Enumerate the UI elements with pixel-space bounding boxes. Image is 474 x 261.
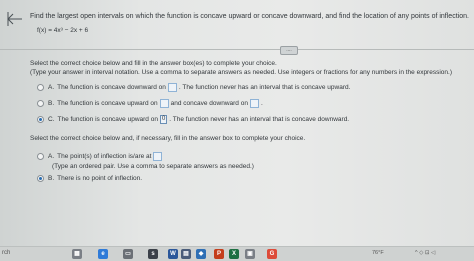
option-text: The function is concave downward on — [57, 84, 166, 91]
answer-box[interactable] — [249, 99, 259, 108]
answer-box[interactable] — [159, 99, 169, 108]
divider — [0, 49, 474, 50]
radio-button-selected[interactable] — [37, 175, 44, 182]
answer-box[interactable] — [167, 83, 177, 92]
option-text: and concave downward on — [170, 100, 248, 107]
option-text: There is no point of inflection. — [57, 175, 143, 182]
answer-box[interactable] — [153, 152, 163, 161]
option-text: . — [260, 100, 263, 107]
app-icon[interactable]: ▣ — [245, 249, 255, 259]
option-text: The function is concave upward on — [57, 116, 158, 123]
edge-browser-icon[interactable]: e — [98, 249, 108, 259]
radio-button[interactable] — [37, 100, 44, 107]
part2-option-a[interactable]: A. The point(s) of inflection is/are at — [37, 152, 164, 161]
excel-icon[interactable]: X — [229, 249, 239, 259]
question-text: Find the largest open intervals on which… — [30, 13, 469, 20]
system-tray-icons[interactable]: ^ ◇ ⊡ ◁ — [415, 250, 435, 256]
answer-box[interactable]: 0 — [159, 115, 168, 124]
function-expression: f(x) = 4x³ − 2x + 6 — [37, 27, 89, 34]
app-icon[interactable]: ▤ — [181, 249, 191, 259]
more-button[interactable]: .... — [280, 46, 298, 55]
powerpoint-icon[interactable]: P — [214, 249, 224, 259]
word-icon[interactable]: W — [168, 249, 178, 259]
option-text: . The function never has an interval tha… — [169, 116, 350, 123]
back-arrow-icon[interactable] — [6, 11, 24, 27]
option-letter: C. — [48, 116, 55, 123]
chrome-icon[interactable]: G — [267, 249, 277, 259]
app-icon[interactable]: ◆ — [196, 249, 206, 259]
question-page: Find the largest open intervals on which… — [0, 0, 474, 246]
taskbar: rch ▦ e ▭ s W ▤ ◆ P X ▣ G 76°F ^ ◇ ⊡ ◁ — [0, 246, 474, 261]
radio-button-selected[interactable] — [37, 116, 44, 123]
part2-option-a-hint: (Type an ordered pair. Use a comma to se… — [52, 163, 254, 170]
store-icon[interactable]: s — [148, 249, 158, 259]
weather-text[interactable]: 76°F — [372, 250, 384, 256]
part1-option-b[interactable]: B. The function is concave upward on and… — [37, 99, 263, 108]
option-text: The point(s) of inflection is/are at — [57, 153, 152, 160]
taskbar-search[interactable]: rch — [2, 250, 10, 256]
radio-button[interactable] — [37, 84, 44, 91]
option-text: The function is concave upward on — [57, 100, 158, 107]
task-view-icon[interactable]: ▦ — [72, 249, 82, 259]
option-letter: B. — [48, 175, 55, 182]
part1-instruction-hint: (Type your answer in interval notation. … — [30, 69, 452, 76]
option-letter: B. — [48, 100, 55, 107]
part1-option-a[interactable]: A. The function is concave downward on .… — [37, 83, 350, 92]
part1-instruction: Select the correct choice below and fill… — [30, 60, 277, 67]
file-explorer-icon[interactable]: ▭ — [123, 249, 133, 259]
option-text: . The function never has an interval tha… — [178, 84, 351, 91]
part2-instruction: Select the correct choice below and, if … — [30, 135, 306, 142]
option-letter: A. — [48, 153, 55, 160]
part2-option-b[interactable]: B. There is no point of inflection. — [37, 175, 142, 182]
radio-button[interactable] — [37, 153, 44, 160]
option-letter: A. — [48, 84, 55, 91]
part1-option-c[interactable]: C. The function is concave upward on 0 .… — [37, 115, 349, 124]
